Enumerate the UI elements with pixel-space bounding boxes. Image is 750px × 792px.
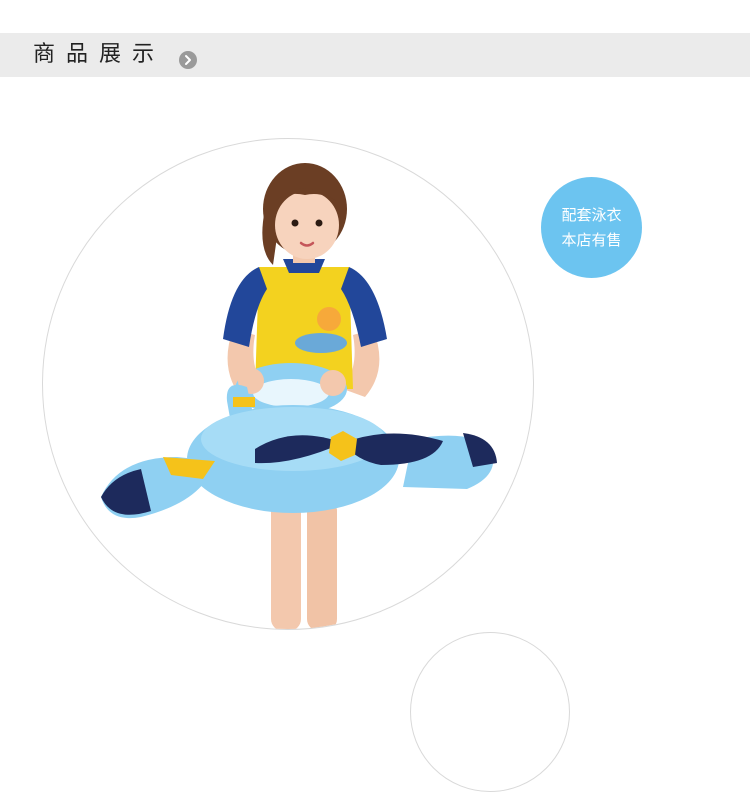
left-eye xyxy=(291,219,299,227)
badge-line-1: 配套泳衣 xyxy=(561,205,622,224)
tail-stripe xyxy=(233,397,255,407)
shirt-print-plane xyxy=(295,333,347,353)
right-hand xyxy=(320,370,346,396)
section-header: 商品展示 xyxy=(0,33,750,77)
right-leg xyxy=(307,499,337,629)
next-product-photo xyxy=(410,632,570,792)
matching-swimsuit-badge: 配套泳衣 本店有售 xyxy=(541,177,642,278)
child-with-swim-ring-illustration xyxy=(101,163,497,629)
face xyxy=(275,191,339,259)
swim-ring-handle-hole xyxy=(253,379,329,407)
chevron-right-circle-icon[interactable] xyxy=(179,51,197,69)
product-photo xyxy=(42,138,534,630)
section-title: 商品展示 xyxy=(33,42,166,67)
shirt-print-lion xyxy=(317,307,341,331)
badge-line-2: 本店有售 xyxy=(561,230,622,249)
left-leg xyxy=(271,499,301,629)
right-eye xyxy=(315,219,323,227)
